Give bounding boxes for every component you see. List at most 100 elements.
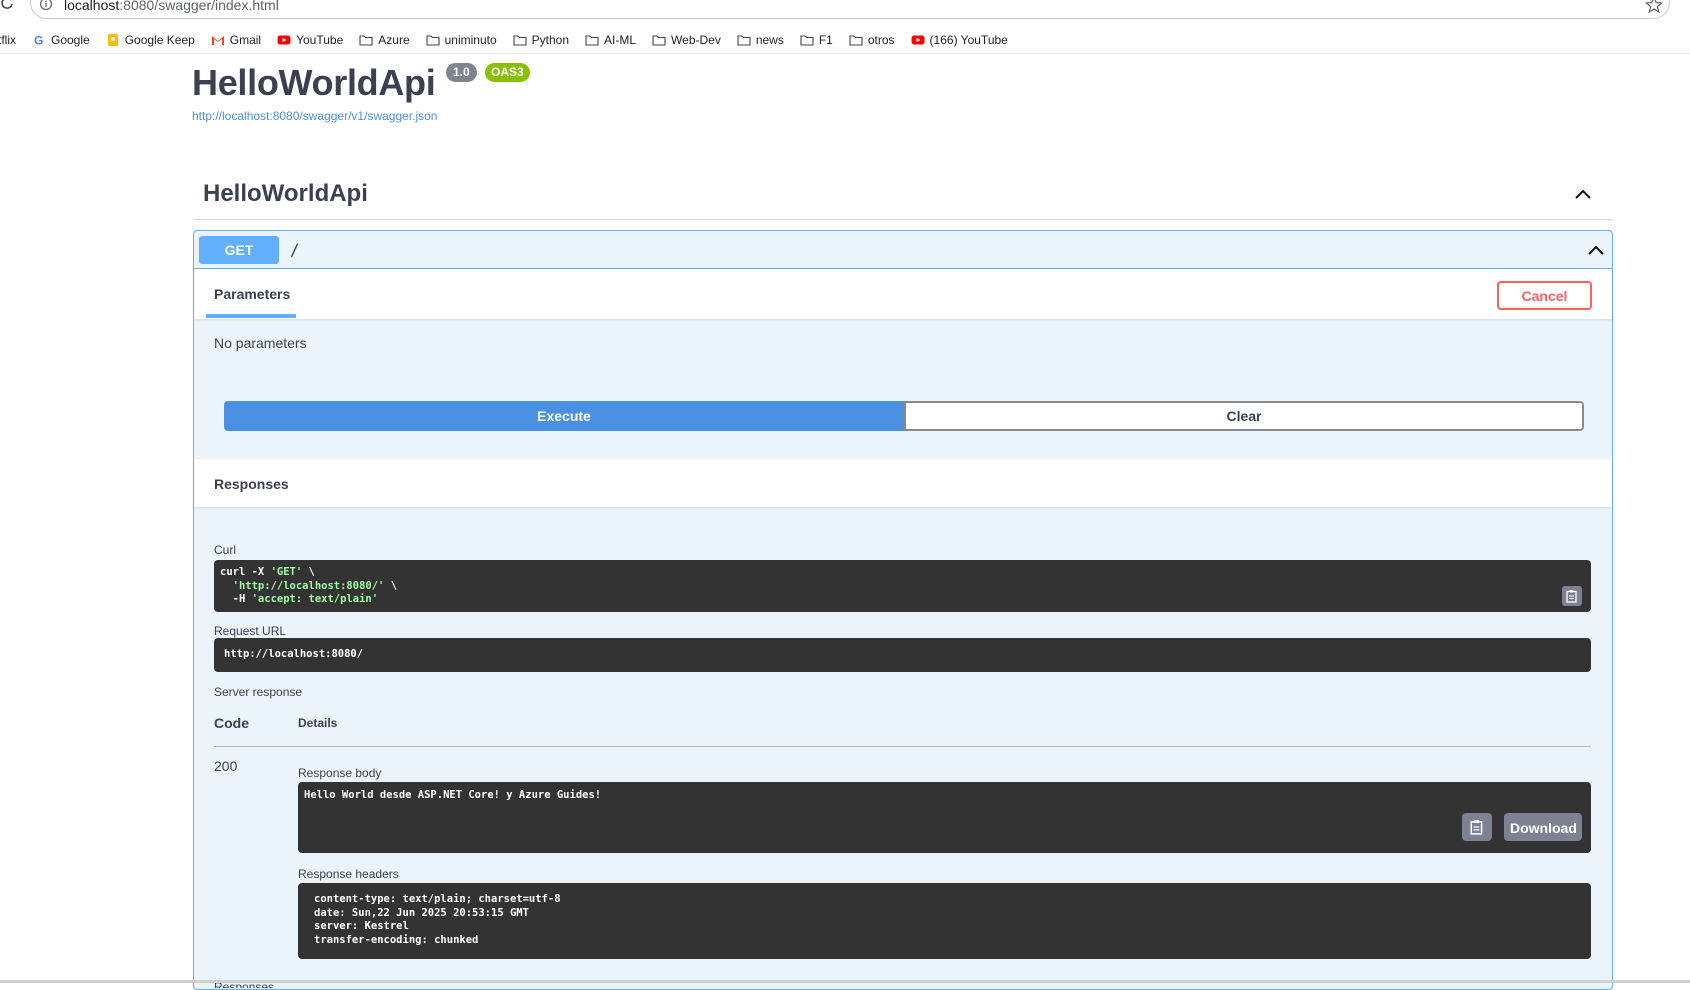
folder-icon bbox=[849, 33, 863, 47]
bookmark-label: uniminuto bbox=[444, 32, 497, 47]
youtube-icon bbox=[911, 33, 925, 47]
reload-icon[interactable] bbox=[0, 0, 14, 10]
response-header-line: content-type: text/plain; charset=utf-8 bbox=[314, 893, 561, 905]
chevron-up-icon[interactable] bbox=[1573, 184, 1593, 204]
gmail-icon bbox=[211, 33, 225, 47]
curl-text: \ bbox=[384, 579, 398, 592]
download-button[interactable]: Download bbox=[1504, 813, 1582, 841]
bookmark-label: Azure bbox=[378, 32, 410, 47]
cancel-button[interactable]: Cancel bbox=[1497, 281, 1592, 310]
curl-text: \ bbox=[302, 566, 315, 578]
table-divider bbox=[214, 746, 1591, 747]
site-info-icon[interactable] bbox=[39, 0, 53, 11]
bookmark-166-youtube[interactable]: (166) YouTube bbox=[911, 30, 1008, 50]
url-text: localhost:8080/swagger/index.html bbox=[64, 0, 279, 13]
bookmark-label: Gmail bbox=[229, 32, 262, 47]
bookmark-google[interactable]: G Google bbox=[32, 30, 90, 50]
api-title: HelloWorldApi bbox=[192, 62, 436, 103]
tab-underline bbox=[206, 314, 296, 318]
curl-text: curl -X bbox=[220, 566, 271, 578]
folder-icon bbox=[585, 33, 599, 47]
server-response-label: Server response bbox=[214, 685, 303, 699]
folder-icon bbox=[426, 33, 440, 47]
folder-icon bbox=[737, 33, 751, 47]
bookmark-news[interactable]: news bbox=[737, 30, 784, 50]
keep-icon bbox=[106, 33, 120, 47]
curl-string: 'http://localhost:8080/' bbox=[220, 579, 385, 592]
responses-header: Responses bbox=[194, 459, 1612, 507]
youtube-icon bbox=[277, 33, 291, 47]
curl-code-block[interactable]: curl -X 'GET' \ 'http://localhost:8080/'… bbox=[214, 560, 1591, 612]
folder-icon bbox=[800, 33, 814, 47]
curl-label: Curl bbox=[214, 543, 237, 557]
chevron-up-icon[interactable] bbox=[1586, 240, 1606, 260]
response-body-block[interactable]: Hello World desde ASP.NET Core! y Azure … bbox=[298, 782, 1591, 853]
response-headers-block[interactable]: content-type: text/plain; charset=utf-8 d… bbox=[298, 883, 1591, 959]
bookmark-tflix[interactable]: tflix bbox=[0, 30, 16, 50]
bookmark-azure[interactable]: Azure bbox=[359, 30, 410, 50]
bookmark-google-keep[interactable]: Google Keep bbox=[106, 30, 195, 50]
bookmark-label: Python bbox=[531, 32, 570, 47]
bookmark-f1[interactable]: F1 bbox=[800, 30, 833, 50]
no-parameters-text: No parameters bbox=[214, 335, 307, 351]
request-url-label: Request URL bbox=[214, 624, 287, 638]
response-header-line: server: Kestrel bbox=[314, 920, 409, 932]
bookmark-label: tflix bbox=[0, 32, 16, 47]
folder-icon bbox=[359, 33, 373, 47]
copy-response-button[interactable] bbox=[1462, 813, 1492, 841]
version-badge: 1.0 bbox=[446, 63, 477, 82]
execute-button[interactable]: Execute bbox=[224, 401, 904, 431]
method-badge: GET bbox=[199, 236, 279, 264]
bookmark-label: Web-Dev bbox=[671, 32, 721, 47]
operation-path: / bbox=[290, 240, 300, 259]
oas-badge: OAS3 bbox=[485, 63, 530, 82]
bookmark-label: otros bbox=[867, 32, 895, 47]
tag-section-header[interactable]: HelloWorldApi bbox=[193, 174, 1613, 220]
details-header: Details bbox=[298, 716, 338, 730]
clipboard-icon bbox=[1566, 590, 1577, 603]
response-header-line: date: Sun,22 Jun 2025 20:53:15 GMT bbox=[314, 906, 529, 919]
responses-title: Responses bbox=[214, 476, 289, 492]
spec-link[interactable]: http://localhost:8080/swagger/v1/swagger… bbox=[192, 109, 437, 123]
clipboard-icon bbox=[1470, 820, 1483, 835]
bookmark-label: F1 bbox=[818, 32, 833, 47]
bookmark-otros[interactable]: otros bbox=[849, 30, 895, 50]
bookmark-label: AI-ML bbox=[604, 32, 637, 47]
url-host: localhost bbox=[64, 0, 120, 13]
bookmark-label: YouTube bbox=[296, 32, 344, 47]
bookmark-ai-ml[interactable]: AI-ML bbox=[585, 30, 636, 50]
address-bar: localhost:8080/swagger/index.html bbox=[0, 0, 1690, 26]
bookmark-label: (166) YouTube bbox=[929, 32, 1008, 47]
tab-parameters[interactable]: Parameters bbox=[214, 286, 290, 302]
response-header-line: transfer-encoding: chunked bbox=[314, 933, 479, 946]
request-url-block[interactable]: http://localhost:8080/ bbox=[214, 638, 1591, 672]
copy-curl-button[interactable] bbox=[1562, 586, 1582, 606]
bookmark-label: Google Keep bbox=[124, 32, 195, 47]
opblock-summary[interactable]: GET / bbox=[194, 231, 1612, 269]
curl-text: -H bbox=[220, 593, 252, 605]
status-code: 200 bbox=[214, 758, 238, 774]
svg-text:G: G bbox=[34, 33, 43, 47]
url-path: :8080/swagger/index.html bbox=[119, 0, 279, 13]
bookmark-web-dev[interactable]: Web-Dev bbox=[652, 30, 721, 50]
opblock-get: GET / Parameters Cancel No parameters Ex… bbox=[193, 230, 1613, 990]
folder-icon bbox=[513, 33, 527, 47]
execute-wrapper: Execute Clear bbox=[224, 401, 1584, 431]
bookmark-label: news bbox=[755, 32, 784, 47]
bookmark-youtube[interactable]: YouTube bbox=[277, 30, 343, 50]
bookmark-star-icon[interactable] bbox=[1645, 0, 1663, 14]
clear-button[interactable]: Clear bbox=[904, 401, 1584, 431]
folder-icon bbox=[652, 33, 666, 47]
tag-title: HelloWorldApi bbox=[203, 180, 368, 207]
curl-string: 'accept: text/plain' bbox=[251, 593, 379, 605]
bookmark-gmail[interactable]: Gmail bbox=[211, 30, 261, 50]
bookmark-uniminuto[interactable]: uniminuto bbox=[426, 30, 497, 50]
curl-string: 'GET' bbox=[270, 566, 303, 578]
swagger-page: HelloWorldApi 1.0 OAS3 http://localhost:… bbox=[0, 54, 1690, 990]
response-body-label: Response body bbox=[298, 766, 382, 780]
bookmark-python[interactable]: Python bbox=[513, 30, 569, 50]
google-icon: G bbox=[32, 33, 46, 47]
parameters-header: Parameters Cancel bbox=[194, 269, 1612, 319]
bookmarks-bar: tflix G Google Google Keep Gmail YouTube Azure… bbox=[0, 26, 1690, 54]
code-header: Code bbox=[214, 715, 249, 731]
